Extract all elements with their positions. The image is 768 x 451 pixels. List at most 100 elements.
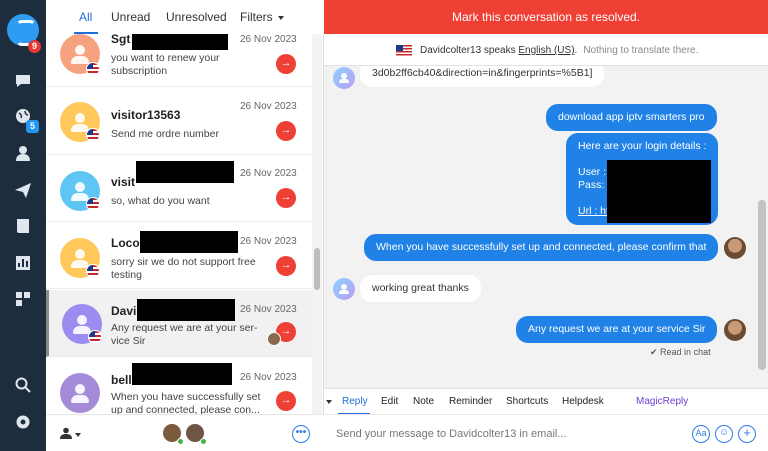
list-item-selected[interactable]: Davi 26 Nov 2023 Any request we are at y…	[46, 290, 314, 357]
visitor-avatar	[333, 278, 355, 300]
tab-unresolved[interactable]: Unresolved	[166, 10, 227, 24]
search-icon[interactable]	[14, 376, 32, 394]
flag-icon	[86, 197, 100, 211]
redaction	[140, 231, 238, 253]
timestamp: 26 Nov 2023	[240, 304, 297, 315]
tab-all[interactable]: All	[79, 10, 92, 24]
message-thread: 3d0b2ff6cb40&direction=in&fingerprints=%…	[324, 66, 768, 388]
list-item[interactable]: bell 26 Nov 2023 When you have successfu…	[46, 357, 314, 414]
open-arrow-icon[interactable]: →	[276, 54, 296, 74]
chat-scrollbar-thumb[interactable]	[758, 200, 766, 370]
message-bubble-out: When you have successfully set up and co…	[364, 234, 719, 261]
visitor-name: bell	[111, 373, 132, 387]
online-status-icon	[177, 438, 184, 445]
visitor-name: Sgt	[111, 34, 131, 46]
timestamp: 26 Nov 2023	[240, 372, 297, 383]
tab-reply[interactable]: Reply	[342, 396, 368, 407]
resolve-banner[interactable]: Mark this conversation as resolved.	[324, 0, 768, 34]
online-status-icon	[200, 438, 207, 445]
chevron-down-icon[interactable]	[75, 433, 81, 437]
chart-icon[interactable]	[14, 254, 32, 272]
flag-icon	[86, 128, 100, 142]
send-icon[interactable]	[14, 181, 32, 199]
open-arrow-icon[interactable]: →	[276, 256, 296, 276]
message-bubble-in: working great thanks	[360, 275, 481, 302]
lang-link[interactable]: English (US)	[518, 45, 574, 56]
flag-icon	[88, 330, 102, 344]
person-icon[interactable]	[14, 144, 32, 162]
last-message: When you have successfully set up and co…	[111, 391, 261, 414]
tab-edit[interactable]: Edit	[381, 396, 398, 407]
open-arrow-icon[interactable]: →	[276, 121, 296, 141]
timestamp: 26 Nov 2023	[240, 236, 297, 247]
agent-avatar	[267, 332, 281, 346]
list-footer: •••	[46, 414, 324, 451]
left-rail: 9 5	[0, 0, 46, 451]
tab-helpdesk[interactable]: Helpdesk	[562, 396, 604, 407]
last-message: you want to renew your subscription	[111, 52, 220, 77]
redaction	[137, 299, 235, 321]
compose-tabs: Reply Edit Note Reminder Shortcuts Helpd…	[324, 388, 768, 415]
chat-icon[interactable]	[14, 72, 32, 90]
visitor-name: Davi	[111, 304, 137, 318]
language-bar: Davidcolter13 speaks English (US). Nothin…	[324, 34, 768, 66]
list-item[interactable]: Sgt 26 Nov 2023 you want to renew your s…	[46, 34, 314, 87]
list-item[interactable]: visitor13563 26 Nov 2023 Send me ordre n…	[46, 88, 314, 155]
timestamp: 26 Nov 2023	[240, 101, 297, 112]
agent-avatar	[724, 319, 746, 341]
redaction	[136, 161, 234, 183]
tab-magicreply[interactable]: MagicReply	[636, 396, 688, 407]
message-bubble-out: download app iptv smarters pro	[546, 104, 717, 131]
open-arrow-icon[interactable]: →	[276, 188, 296, 208]
emoji-icon[interactable]: ☺	[715, 425, 733, 443]
conversation-list: All Unread Unresolved Filters Sgt 26 Nov…	[46, 0, 324, 451]
chevron-down-icon	[277, 15, 284, 20]
timestamp: 26 Nov 2023	[240, 34, 297, 45]
last-message: Send me ordre number	[111, 128, 219, 140]
lang-note: Nothing to translate there.	[583, 45, 699, 56]
redaction	[607, 160, 711, 223]
last-message: Any request we are at your ser-vice Sir	[111, 322, 258, 347]
chevron-down-icon[interactable]	[326, 400, 332, 404]
open-arrow-icon[interactable]: →	[276, 391, 296, 411]
message-bubble-in: 3d0b2ff6cb40&direction=in&fingerprints=%…	[360, 66, 605, 87]
settings-icon[interactable]	[14, 413, 32, 431]
apps-icon[interactable]	[14, 290, 32, 308]
list-scrollbar-thumb[interactable]	[314, 248, 320, 290]
tab-unread[interactable]: Unread	[111, 10, 150, 24]
visitor-name: visit	[111, 175, 136, 189]
message-line: Here are your login details :	[578, 140, 707, 152]
language-info: Davidcolter13 speaks English (US). Nothin…	[420, 45, 698, 56]
agent-avatar	[724, 237, 746, 259]
list-scrollbar-track[interactable]	[312, 34, 322, 414]
person-icon[interactable]	[60, 427, 72, 439]
notification-badge: 9	[28, 40, 41, 53]
book-icon[interactable]	[14, 217, 32, 235]
format-text-icon[interactable]: Aa	[692, 425, 710, 443]
visitor-name: visitor13563	[111, 108, 181, 122]
conversation-rows: Sgt 26 Nov 2023 you want to renew your s…	[46, 34, 314, 414]
tab-shortcuts[interactable]: Shortcuts	[506, 396, 548, 407]
filter-tabs: All Unread Unresolved Filters	[46, 0, 324, 34]
visitor-avatar	[333, 67, 355, 89]
us-flag-icon	[396, 45, 412, 56]
read-receipt: ✔ Read in chat	[650, 347, 711, 357]
avatar	[60, 373, 100, 413]
list-item[interactable]: Locog 26 Nov 2023 sorry sir we do not su…	[46, 222, 314, 289]
globe-badge: 5	[26, 120, 39, 133]
last-message: so, what do you want	[111, 195, 210, 207]
lang-suffix: .	[574, 45, 578, 56]
tab-note[interactable]: Note	[413, 396, 434, 407]
list-item[interactable]: visit 26 Nov 2023 so, what do you want →	[46, 155, 314, 222]
message-bubble-out: Any request we are at your service Sir	[516, 316, 718, 343]
flag-icon	[86, 264, 100, 278]
active-tab-indicator	[74, 32, 98, 34]
tab-filters[interactable]: Filters	[240, 10, 284, 24]
more-options-icon[interactable]: •••	[292, 425, 310, 443]
tab-reminder[interactable]: Reminder	[449, 396, 492, 407]
composer: Aa ☺ +	[324, 414, 768, 451]
filters-label: Filters	[240, 10, 273, 24]
flag-icon	[86, 62, 100, 76]
message-input[interactable]	[336, 425, 666, 443]
add-icon[interactable]: +	[738, 425, 756, 443]
